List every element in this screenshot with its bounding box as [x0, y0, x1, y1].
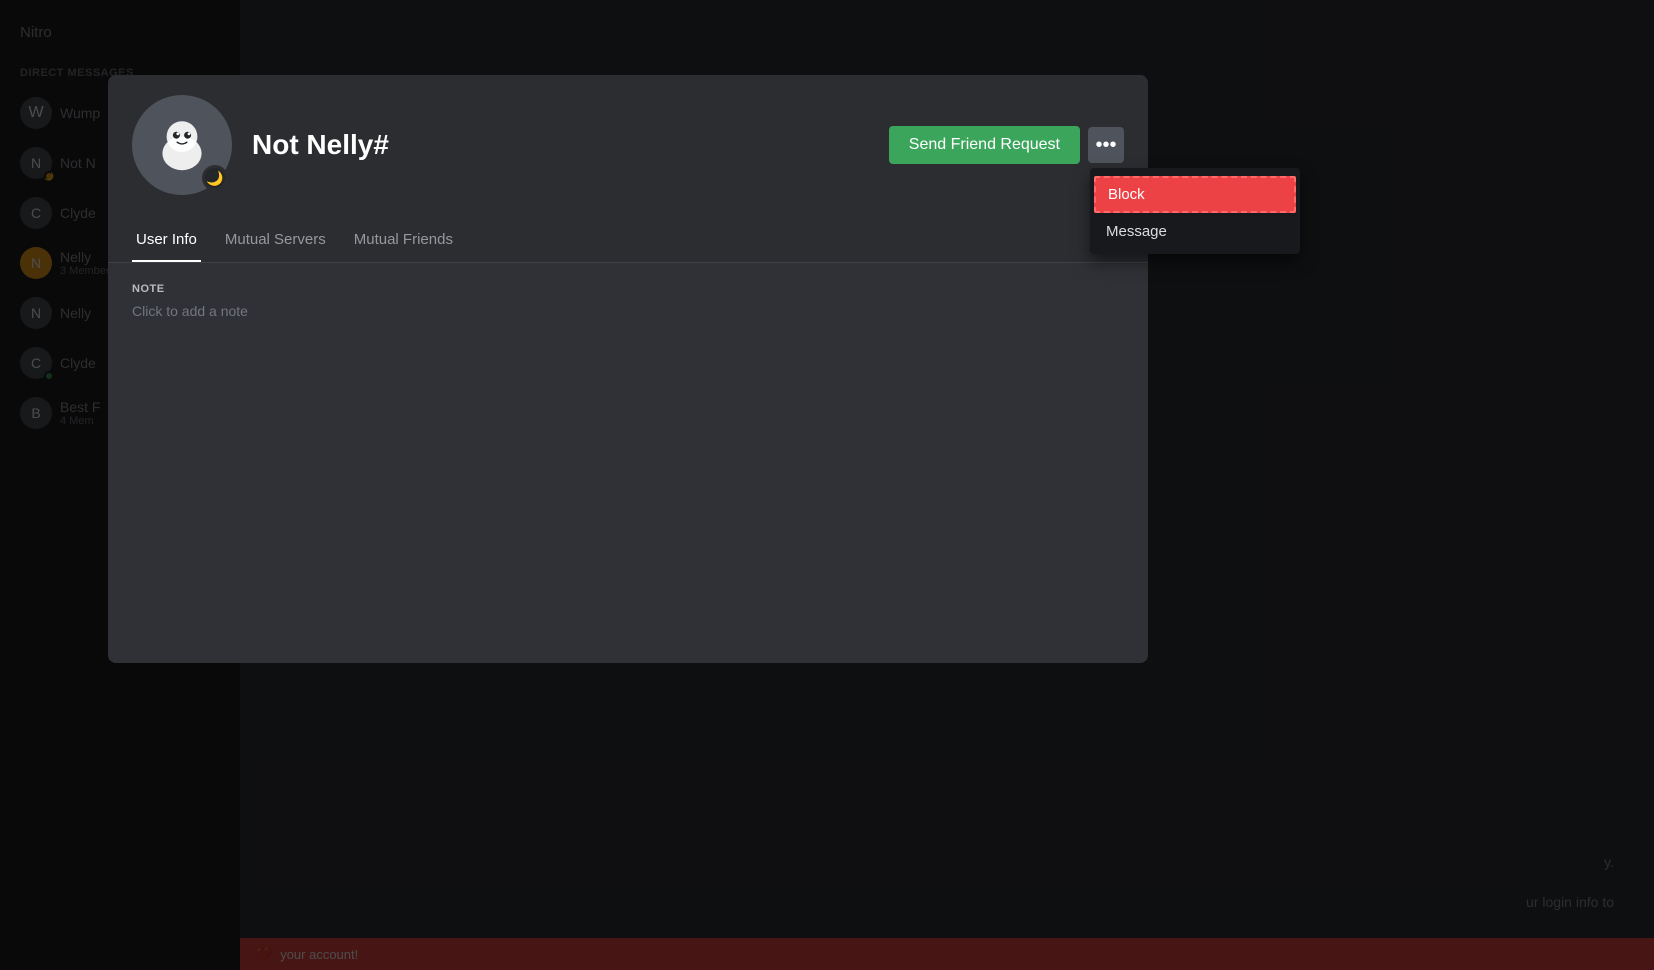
note-label: NOTE [132, 283, 1124, 295]
profile-tabs: User Info Mutual Servers Mutual Friends [132, 219, 1124, 262]
profile-username: Not Nelly# [252, 129, 889, 161]
more-options-button[interactable]: ••• [1088, 127, 1124, 163]
profile-actions: Send Friend Request ••• [889, 126, 1124, 164]
note-input[interactable]: Click to add a note [132, 303, 1124, 319]
tab-mutual-servers[interactable]: Mutual Servers [221, 219, 330, 262]
profile-avatar-wrapper: 🌙 [132, 95, 232, 195]
tab-user-info[interactable]: User Info [132, 219, 201, 262]
profile-header-top: 🌙 Not Nelly# Send Friend Request ••• [132, 95, 1124, 215]
send-friend-request-button[interactable]: Send Friend Request [889, 126, 1080, 164]
note-section: NOTE Click to add a note [132, 283, 1124, 319]
tab-mutual-friends[interactable]: Mutual Friends [350, 219, 457, 262]
context-menu: Block Message [1090, 168, 1300, 254]
profile-header: 🌙 Not Nelly# Send Friend Request ••• Use… [108, 75, 1148, 263]
profile-body: NOTE Click to add a note [108, 263, 1148, 663]
profile-status-badge: 🌙 [202, 165, 228, 191]
message-menu-item[interactable]: Message [1090, 215, 1300, 248]
block-menu-item[interactable]: Block [1094, 176, 1296, 213]
status-moon-emoji: 🌙 [206, 170, 223, 187]
ellipsis-icon: ••• [1095, 134, 1116, 157]
profile-modal: 🌙 Not Nelly# Send Friend Request ••• Use… [108, 75, 1148, 663]
